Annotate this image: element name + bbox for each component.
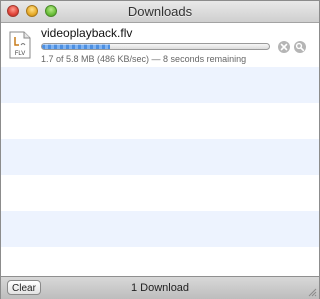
empty-row [1, 247, 319, 276]
empty-row [1, 211, 319, 247]
magnifier-icon [295, 42, 305, 52]
bottom-bar: Clear 1 Download [1, 276, 319, 299]
empty-row [1, 67, 319, 103]
download-filename: videoplayback.flv [41, 26, 133, 40]
reveal-in-finder-button[interactable] [294, 41, 306, 53]
resize-grip-icon[interactable] [307, 287, 317, 297]
window-title: Downloads [127, 4, 193, 19]
flv-file-icon: FLV [9, 31, 31, 59]
title-bar[interactable]: Downloads [1, 1, 319, 23]
empty-row [1, 175, 319, 211]
download-count: 1 Download [130, 282, 190, 294]
empty-row [1, 103, 319, 139]
empty-row [1, 139, 319, 175]
file-type-label: FLV [15, 51, 26, 57]
progress-fill [42, 44, 111, 49]
download-progress-bar [41, 43, 270, 50]
downloads-window: Downloads FLV videoplayback.flv 1.7 of 5… [0, 0, 320, 299]
download-status: 1.7 of 5.8 MB (486 KB/sec) — 8 seconds r… [41, 54, 247, 64]
download-item[interactable]: FLV videoplayback.flv 1.7 of 5.8 MB (486… [1, 23, 319, 67]
stop-icon [280, 43, 288, 51]
cancel-download-button[interactable] [278, 41, 290, 53]
downloads-list: FLV videoplayback.flv 1.7 of 5.8 MB (486… [1, 23, 319, 276]
